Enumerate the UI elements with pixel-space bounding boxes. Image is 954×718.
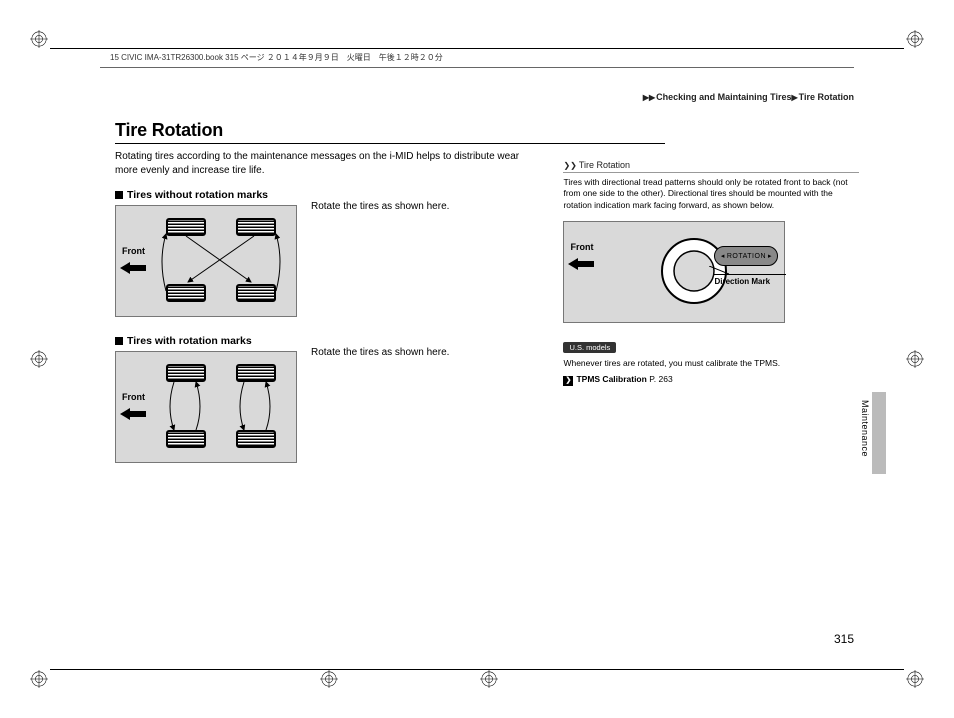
- section-heading-label: Tires with rotation marks: [127, 335, 252, 347]
- crop-line: [50, 48, 904, 49]
- section-heading-with-marks: Tires with rotation marks: [115, 335, 548, 347]
- double-chevron-icon: ❯❯: [563, 161, 576, 170]
- tpms-ref-label: TPMS Calibration: [576, 374, 646, 384]
- registration-mark-icon: [30, 670, 48, 688]
- rotation-arrows-icon: [116, 352, 296, 462]
- us-models-badge: U.S. models: [563, 342, 616, 353]
- section-tab: [872, 392, 886, 474]
- reference-icon: ❯: [563, 376, 573, 386]
- rotation-badge: ◂ ROTATION ▸: [714, 246, 778, 266]
- breadcrumb-arrow-icon: ▶▶: [643, 93, 655, 102]
- tpms-ref-page: P. 263: [649, 374, 672, 384]
- breadcrumb: ▶▶Checking and Maintaining Tires▶Tire Ro…: [643, 92, 854, 102]
- registration-mark-icon: [30, 30, 48, 48]
- rotation-arrows-icon: [116, 206, 296, 316]
- square-bullet-icon: [115, 191, 123, 199]
- direction-mark-label: Direction Mark: [714, 274, 786, 286]
- title-rule: [115, 143, 665, 144]
- tpms-note: Whenever tires are rotated, you must cal…: [563, 358, 859, 368]
- right-arrow-icon: ▸: [768, 252, 772, 260]
- header-rule: [100, 67, 854, 68]
- intro-text: Rotating tires according to the maintena…: [115, 150, 535, 177]
- side-text: Tires with directional tread patterns sh…: [563, 177, 859, 211]
- front-arrow-icon: [568, 258, 594, 270]
- registration-mark-icon: [30, 350, 48, 368]
- rotation-badge-label: ROTATION: [727, 253, 766, 260]
- square-bullet-icon: [115, 337, 123, 345]
- section-heading-without-marks: Tires without rotation marks: [115, 189, 548, 201]
- tpms-reference: ❯TPMS Calibration P. 263: [563, 374, 859, 386]
- main-column: Rotating tires according to the maintena…: [115, 150, 548, 481]
- registration-mark-icon: [320, 670, 338, 688]
- left-arrow-icon: ◂: [721, 252, 725, 260]
- registration-mark-icon: [906, 670, 924, 688]
- content-area: Tire Rotation Rotating tires according t…: [115, 120, 859, 648]
- section-tab-label: Maintenance: [860, 400, 870, 457]
- page-number: 315: [834, 632, 854, 646]
- registration-mark-icon: [480, 670, 498, 688]
- front-label: Front: [122, 246, 145, 256]
- side-heading: ❯❯Tire Rotation: [563, 160, 859, 173]
- front-arrow-icon: [120, 408, 146, 420]
- section-heading-label: Tires without rotation marks: [127, 189, 268, 201]
- breadcrumb-part: Checking and Maintaining Tires: [656, 92, 791, 102]
- breadcrumb-arrow-icon: ▶: [792, 93, 798, 102]
- breadcrumb-part: Tire Rotation: [799, 92, 854, 102]
- rotation-diagram-with-marks: Front: [115, 351, 297, 463]
- crop-line: [50, 669, 904, 670]
- side-heading-label: Tire Rotation: [579, 160, 630, 170]
- page-root: 15 CIVIC IMA-31TR26300.book 315 ページ ２０１４…: [0, 0, 954, 718]
- side-column: ❯❯Tire Rotation Tires with directional t…: [563, 150, 859, 481]
- front-label: Front: [570, 242, 593, 252]
- registration-mark-icon: [906, 30, 924, 48]
- direction-mark-diagram: Front ◂ ROTATION ▸ Direction Mark: [563, 221, 785, 323]
- front-label: Front: [122, 392, 145, 402]
- page-title: Tire Rotation: [115, 120, 859, 141]
- instruction-text: Rotate the tires as shown here.: [311, 201, 449, 212]
- registration-mark-icon: [906, 350, 924, 368]
- document-meta: 15 CIVIC IMA-31TR26300.book 315 ページ ２０１４…: [110, 52, 443, 63]
- front-arrow-icon: [120, 262, 146, 274]
- rotation-diagram-without-marks: Front: [115, 205, 297, 317]
- instruction-text: Rotate the tires as shown here.: [311, 347, 449, 358]
